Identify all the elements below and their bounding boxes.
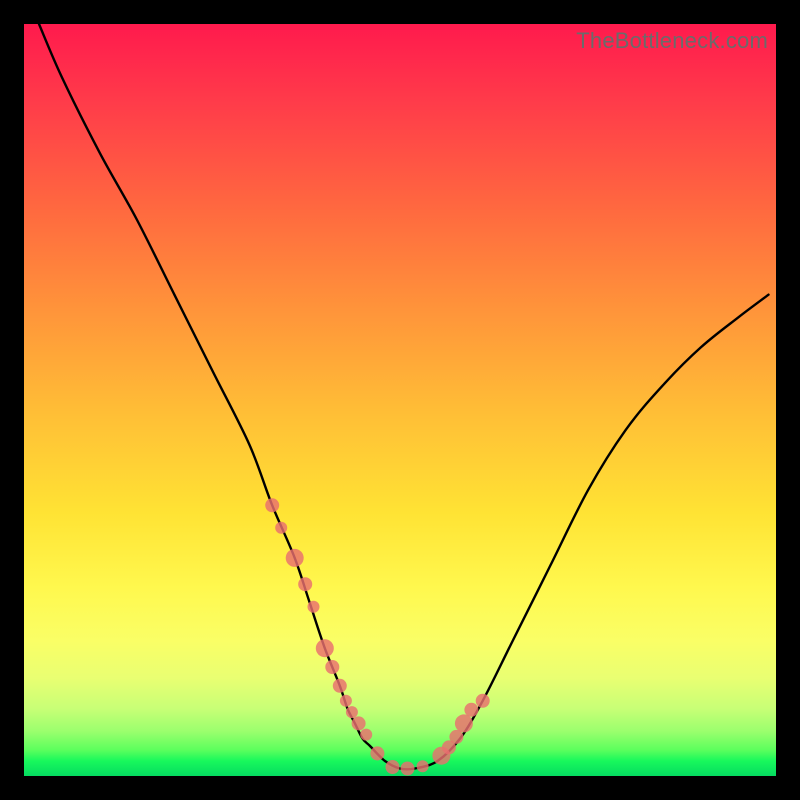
marker-dot [401,762,415,776]
marker-dot [275,522,287,534]
marker-dot [352,716,366,730]
marker-dot [386,760,400,774]
marker-dot [308,601,320,613]
marker-dot [333,679,347,693]
marker-dot [325,660,339,674]
bottleneck-curve [39,24,769,769]
marker-dot [417,760,429,772]
marker-dot [346,706,358,718]
marker-dot [340,695,352,707]
marker-dot [360,729,372,741]
marker-dot [316,639,334,657]
chart-svg [24,24,776,776]
marker-dot [464,703,478,717]
chart-frame: TheBottleneck.com [24,24,776,776]
watermark-text: TheBottleneck.com [576,28,768,54]
marker-dot [455,714,473,732]
marker-dot [476,694,490,708]
marker-layer [265,498,490,775]
marker-dot [370,746,384,760]
marker-dot [265,498,279,512]
marker-dot [298,577,312,591]
marker-dot [286,549,304,567]
